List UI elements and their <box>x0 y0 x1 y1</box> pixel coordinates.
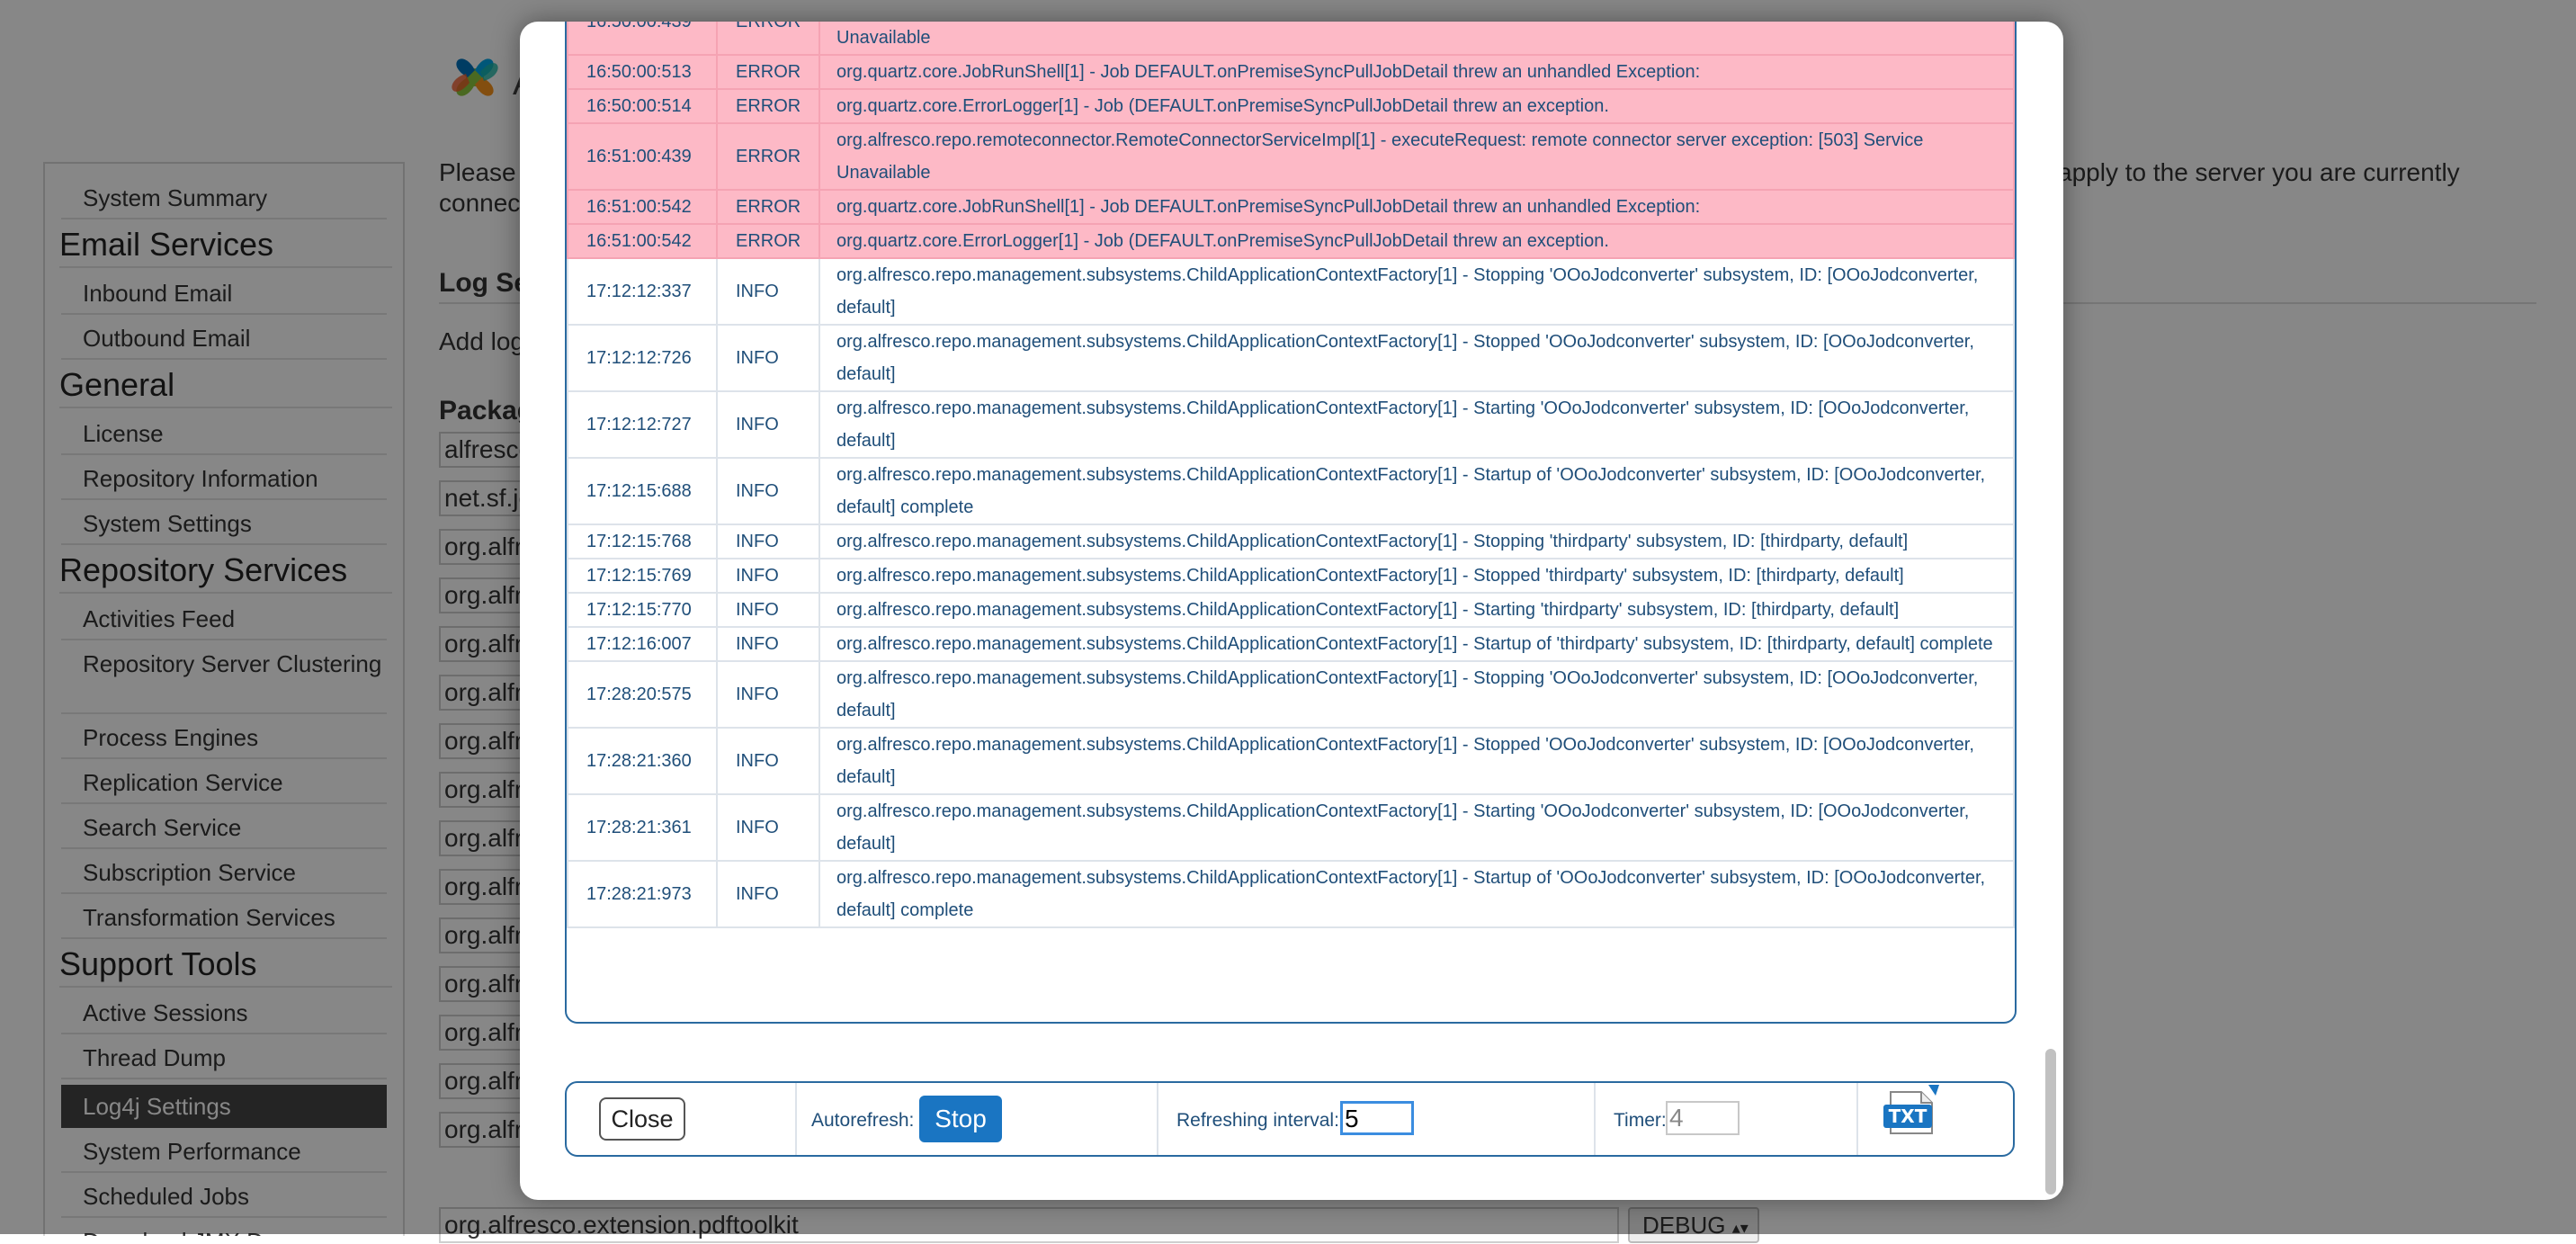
autorefresh-label: Autorefresh: <box>811 1110 915 1131</box>
log-time: 17:28:21:361 <box>567 793 718 862</box>
log-message: org.alfresco.repo.management.subsystems.… <box>818 660 2015 729</box>
log-row: 17:28:21:973 INFO org.alfresco.repo.manage… <box>567 860 2015 928</box>
log-row: 17:12:15:768 INFO org.alfresco.repo.manage… <box>567 524 2015 559</box>
txt-icon-label: TXT <box>1889 1105 1928 1127</box>
log-time: 16:51:00:542 <box>567 189 718 225</box>
log-level: INFO <box>716 524 820 559</box>
log-message: org.quartz.core.ErrorLogger[1] - Job (DE… <box>818 223 2015 259</box>
log-message: org.quartz.core.JobRunShell[1] - Job DEF… <box>818 189 2015 225</box>
log-time: 16:50:00:439 <box>567 22 718 56</box>
log-table: 16:50:00:439ERRORorg.alfresco.repo.remot… <box>567 22 2015 928</box>
log-level: INFO <box>716 727 820 795</box>
log-time: 16:51:00:439 <box>567 122 718 191</box>
log-message: org.alfresco.repo.management.subsystems.… <box>818 793 2015 862</box>
log-time: 17:12:15:770 <box>567 592 718 628</box>
divider <box>1157 1083 1158 1155</box>
log-row: 17:12:12:337 INFO org.alfresco.repo.manage… <box>567 257 2015 326</box>
log-time: 17:12:15:768 <box>567 524 718 559</box>
log-time: 17:28:21:973 <box>567 860 718 928</box>
timer-input: 4 <box>1666 1101 1740 1135</box>
log-message: org.quartz.core.ErrorLogger[1] - Job (DE… <box>818 88 2015 124</box>
log-level: INFO <box>716 558 820 594</box>
log-row: 16:50:00:513 ERROR org.quartz.core.JobRunS… <box>567 54 2015 90</box>
log-level: INFO <box>716 257 820 326</box>
log-viewer: 16:50:00:439ERRORorg.alfresco.repo.remot… <box>565 22 2017 1024</box>
log-time: 17:28:21:360 <box>567 727 718 795</box>
log-time: 17:12:15:688 <box>567 457 718 525</box>
log-message: org.quartz.core.JobRunShell[1] - Job DEF… <box>818 54 2015 90</box>
log-row: 16:51:00:439 ERROR org.alfresco.repo.remot… <box>567 122 2015 191</box>
log-message: org.alfresco.repo.management.subsystems.… <box>818 860 2015 928</box>
log-level: ERROR <box>716 54 820 90</box>
close-button[interactable]: Close <box>599 1097 685 1141</box>
log-row: 16:50:00:439ERRORorg.alfresco.repo.remot… <box>567 22 2015 56</box>
log-row: 17:12:12:726 INFO org.alfresco.repo.manage… <box>567 324 2015 392</box>
log-row: 17:28:21:361 INFO org.alfresco.repo.manage… <box>567 793 2015 862</box>
log-message: org.alfresco.repo.management.subsystems.… <box>818 390 2015 459</box>
log-message: org.alfresco.repo.management.subsystems.… <box>818 457 2015 525</box>
log-row: 16:51:00:542 ERROR org.quartz.core.ErrorLo… <box>567 223 2015 259</box>
log-time: 17:12:12:726 <box>567 324 718 392</box>
log-level: INFO <box>716 390 820 459</box>
stop-button[interactable]: Stop <box>919 1096 1002 1142</box>
log-row: 17:12:15:769 INFO org.alfresco.repo.manage… <box>567 558 2015 594</box>
log-row: 16:50:00:514 ERROR org.quartz.core.ErrorLo… <box>567 88 2015 124</box>
log-time: 17:12:15:769 <box>567 558 718 594</box>
log-row: 17:28:21:360 INFO org.alfresco.repo.manage… <box>567 727 2015 795</box>
refreshing-interval-input[interactable]: 5 <box>1340 1101 1414 1135</box>
log-level: INFO <box>716 592 820 628</box>
log-message: org.alfresco.repo.management.subsystems.… <box>818 558 2015 594</box>
log-row: 17:12:12:727 INFO org.alfresco.repo.manage… <box>567 390 2015 459</box>
divider <box>1594 1083 1596 1155</box>
divider <box>795 1083 797 1155</box>
log-message: org.alfresco.repo.management.subsystems.… <box>818 592 2015 628</box>
log-level: INFO <box>716 626 820 662</box>
log-message: org.alfresco.repo.management.subsystems.… <box>818 257 2015 326</box>
timer-label: Timer: <box>1614 1110 1667 1131</box>
log-level: ERROR <box>716 88 820 124</box>
log-row: 17:12:15:688 INFO org.alfresco.repo.manage… <box>567 457 2015 525</box>
log-message: org.alfresco.repo.remoteconnector.Remote… <box>818 122 2015 191</box>
log-tail-dialog: 16:50:00:439ERRORorg.alfresco.repo.remot… <box>520 22 2063 1200</box>
log-level: INFO <box>716 860 820 928</box>
log-message: org.alfresco.repo.management.subsystems.… <box>818 524 2015 559</box>
log-message: org.alfresco.repo.management.subsystems.… <box>818 727 2015 795</box>
log-time: 17:12:12:727 <box>567 390 718 459</box>
log-time: 17:12:12:337 <box>567 257 718 326</box>
log-row: 17:28:20:575 INFO org.alfresco.repo.manage… <box>567 660 2015 729</box>
log-time: 16:50:00:513 <box>567 54 718 90</box>
log-level: ERROR <box>716 122 820 191</box>
log-message: org.alfresco.repo.management.subsystems.… <box>818 324 2015 392</box>
refreshing-interval-label: Refreshing interval: <box>1176 1110 1339 1131</box>
log-message: org.alfresco.repo.remoteconnector.Remote… <box>818 22 2015 56</box>
log-time: 16:51:00:542 <box>567 223 718 259</box>
log-time: 16:50:00:514 <box>567 88 718 124</box>
log-time: 17:28:20:575 <box>567 660 718 729</box>
log-level: INFO <box>716 324 820 392</box>
log-level: ERROR <box>716 189 820 225</box>
log-message: org.alfresco.repo.management.subsystems.… <box>818 626 2015 662</box>
log-level: INFO <box>716 457 820 525</box>
log-row: 17:12:16:007 INFO org.alfresco.repo.manage… <box>567 626 2015 662</box>
log-row: 17:12:15:770 INFO org.alfresco.repo.manage… <box>567 592 2015 628</box>
log-level: ERROR <box>716 22 820 56</box>
log-level: ERROR <box>716 223 820 259</box>
log-time: 17:12:16:007 <box>567 626 718 662</box>
log-row: 16:51:00:542 ERROR org.quartz.core.JobRunS… <box>567 189 2015 225</box>
txt-download-icon[interactable]: TXT <box>1880 1083 1945 1141</box>
divider <box>1856 1083 1858 1155</box>
log-controls-bar: Close Autorefresh: Stop Refreshing inter… <box>565 1081 2015 1157</box>
dialog-scrollbar-thumb[interactable] <box>2045 1049 2056 1195</box>
log-level: INFO <box>716 660 820 729</box>
log-level: INFO <box>716 793 820 862</box>
